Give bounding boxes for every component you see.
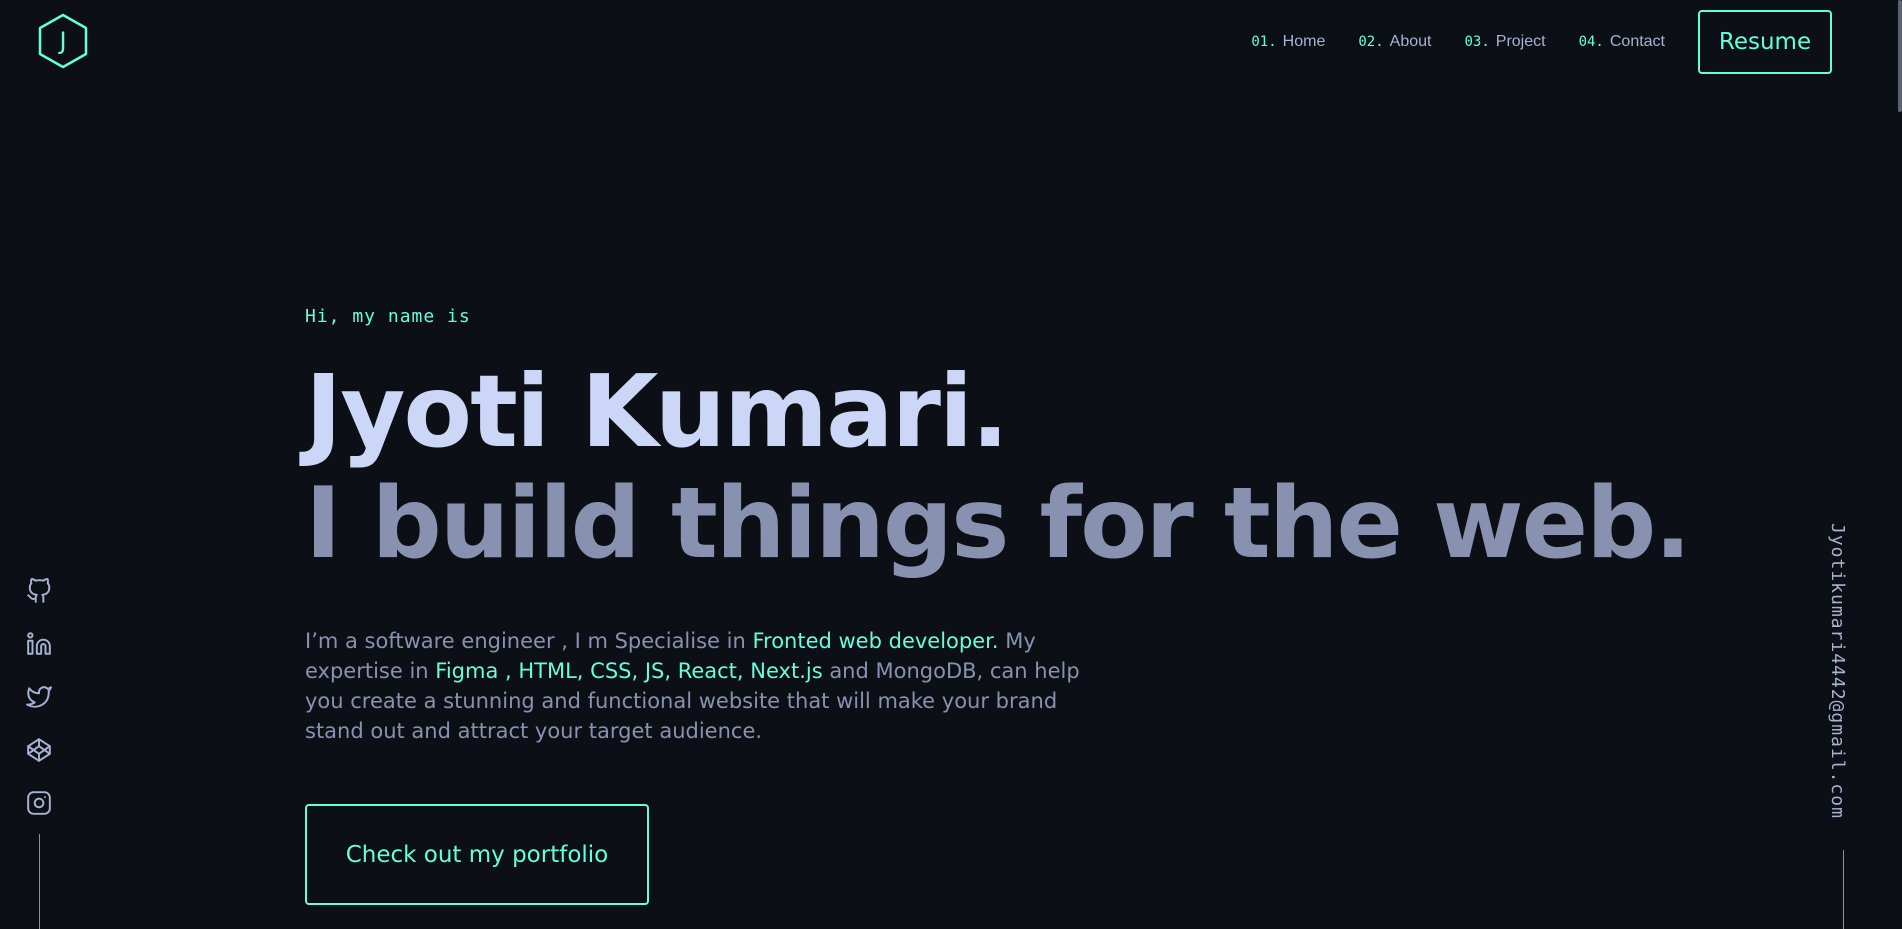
nav-label: Project	[1495, 33, 1546, 50]
social-divider-line	[39, 834, 40, 929]
greeting-text: Hi, my name is	[305, 306, 471, 327]
linkedin-link[interactable]	[24, 629, 54, 659]
logo-link[interactable]: J	[34, 12, 92, 70]
nav-label: About	[1389, 33, 1432, 50]
linkedin-icon	[27, 632, 51, 655]
bio-highlight-role: Fronted web developer.	[752, 629, 999, 653]
bio-text: I’m a software engineer , I m Specialise…	[305, 629, 753, 653]
nav-number: 02.	[1358, 34, 1384, 50]
nav-item-home[interactable]: 01. Home	[1251, 33, 1325, 51]
nav-number: 03.	[1464, 34, 1490, 50]
email-link[interactable]: Jyotikumari4442@gmail.com	[1827, 523, 1848, 819]
resume-button[interactable]: Resume	[1698, 10, 1832, 74]
nav-number: 04.	[1578, 34, 1604, 50]
hero-bio: I’m a software engineer , I m Specialise…	[305, 626, 1105, 746]
email-divider-line	[1843, 850, 1844, 929]
page: J 01. Home 02. About 03. Project 04. Con…	[0, 0, 1902, 929]
social-links	[24, 576, 54, 841]
logo-letter: J	[59, 27, 67, 55]
scrollbar[interactable]	[1898, 0, 1902, 929]
nav-label: Home	[1282, 33, 1326, 50]
nav-item-project[interactable]: 03. Project	[1464, 33, 1545, 51]
main-nav: 01. Home 02. About 03. Project 04. Conta…	[1218, 0, 1832, 84]
hero-section: Hi, my name is Jyoti Kumari. I build thi…	[305, 306, 1692, 746]
hero-name: Jyoti Kumari.	[305, 353, 1009, 470]
portfolio-button[interactable]: Check out my portfolio	[305, 804, 649, 905]
nav-label: Contact	[1609, 33, 1665, 50]
scrollbar-thumb[interactable]	[1898, 0, 1902, 112]
bio-highlight-skills: Figma , HTML, CSS, JS, React, Next.js	[435, 659, 823, 683]
github-link[interactable]	[24, 576, 54, 606]
nav-item-about[interactable]: 02. About	[1358, 33, 1431, 51]
instagram-icon	[27, 791, 51, 815]
hero-tagline: I build things for the web.	[305, 467, 1692, 581]
twitter-link[interactable]	[24, 682, 54, 712]
github-icon	[27, 578, 51, 603]
nav-number: 01.	[1251, 34, 1277, 50]
codepen-icon	[27, 738, 51, 762]
instagram-link[interactable]	[24, 788, 54, 818]
twitter-icon	[26, 686, 52, 708]
nav-item-contact[interactable]: 04. Contact	[1579, 33, 1665, 51]
codepen-link[interactable]	[24, 735, 54, 765]
